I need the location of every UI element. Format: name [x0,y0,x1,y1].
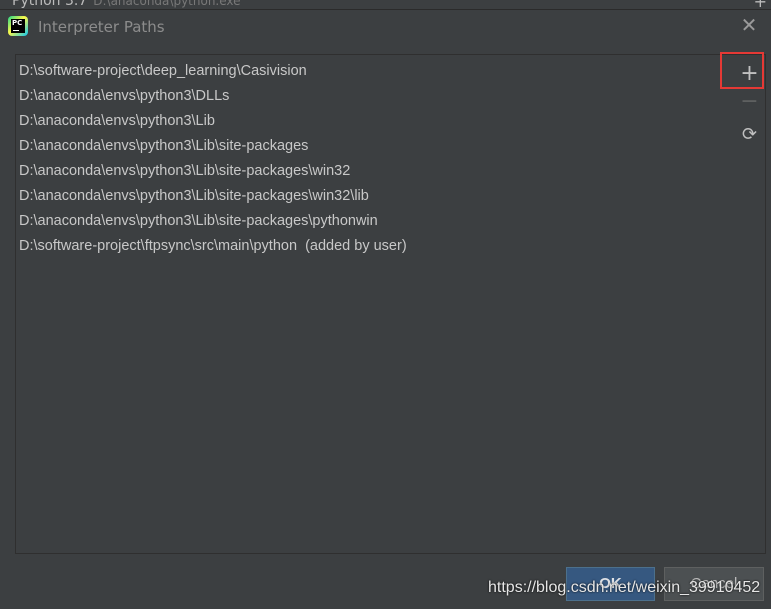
path-list-item[interactable]: D:\anaconda\envs\python3\Lib\site-packag… [19,134,407,159]
path-suffix: (added by user) [297,238,407,254]
path-text: D:\software-project\ftpsync\src\main\pyt… [19,238,298,254]
path-text: D:\anaconda\envs\python3\Lib [19,113,215,129]
background-window-path: D:\anaconda\python.exe [93,0,241,8]
path-text: D:\anaconda\envs\python3\Lib\site-packag… [19,163,351,179]
paths-list-panel: D:\software-project\deep_learning\Casivi… [15,54,735,554]
path-text: D:\anaconda\envs\python3\Lib\site-packag… [19,138,309,154]
paths-toolbar: + − ⟳ [734,54,766,554]
path-text: D:\anaconda\envs\python3\Lib\site-packag… [19,188,369,204]
paths-list: D:\software-project\deep_learning\Casivi… [19,59,407,259]
watermark: https://blog.csdn.net/weixin_39910452 [488,579,761,596]
background-window-title: Python 3.7 D:\anaconda\python.exe [12,0,241,9]
close-icon[interactable]: ✕ [739,15,759,35]
dialog-title: Interpreter Paths [38,18,165,36]
path-list-item[interactable]: D:\software-project\ftpsync\src\main\pyt… [19,234,407,259]
path-list-item[interactable]: D:\anaconda\envs\python3\Lib\site-packag… [19,159,407,184]
path-list-item[interactable]: D:\anaconda\envs\python3\Lib\site-packag… [19,209,407,234]
path-text: D:\anaconda\envs\python3\Lib\site-packag… [19,213,378,229]
path-list-item[interactable]: D:\anaconda\envs\python3\DLLs [19,84,407,109]
add-path-button[interactable]: + [734,60,765,88]
path-text: D:\software-project\deep_learning\Casivi… [19,63,307,79]
reload-paths-icon[interactable]: ⟳ [734,121,765,149]
remove-path-button[interactable]: − [734,88,765,116]
path-text: D:\anaconda\envs\python3\DLLs [19,88,230,104]
pycharm-icon: PC [8,16,28,36]
interpreter-paths-dialog: PC Interpreter Paths ✕ D:\software-proje… [0,9,771,609]
path-list-item[interactable]: D:\anaconda\envs\python3\Lib\site-packag… [19,184,407,209]
path-list-item[interactable]: D:\anaconda\envs\python3\Lib [19,109,407,134]
path-list-item[interactable]: D:\software-project\deep_learning\Casivi… [19,59,407,84]
dialog-titlebar: PC Interpreter Paths ✕ [0,10,771,44]
